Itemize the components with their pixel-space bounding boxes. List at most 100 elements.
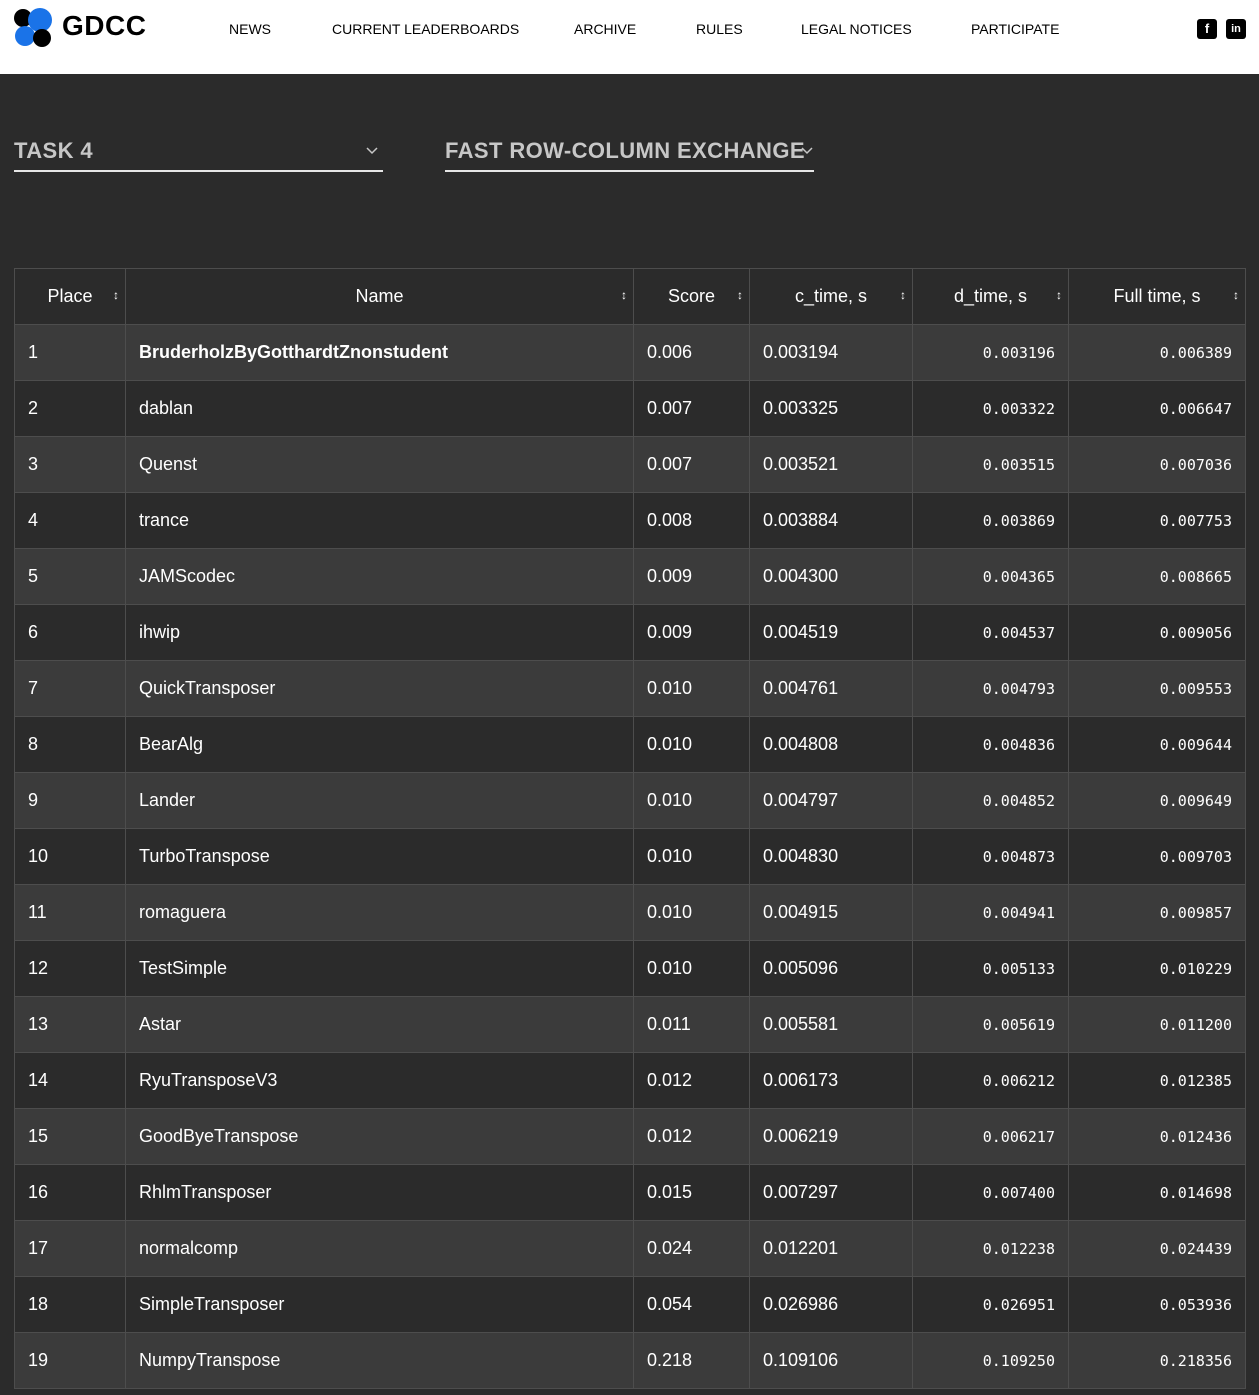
d-time-cell: 0.004941: [912, 884, 1069, 941]
task-select-value: TASK 4: [14, 138, 94, 163]
nav-current-leaderboards[interactable]: CURRENT LEADERBOARDS: [332, 21, 519, 37]
column-header-d-time[interactable]: d_time, s ↕: [912, 268, 1069, 325]
column-header-label: Name: [355, 286, 404, 306]
column-header-name[interactable]: Name ↕: [125, 268, 634, 325]
score-cell: 0.012: [633, 1052, 750, 1109]
column-header-full-time[interactable]: Full time, s ↕: [1068, 268, 1246, 325]
full-time-cell: 0.218356: [1068, 1332, 1246, 1389]
c-time-cell: 0.004830: [749, 828, 913, 885]
d-time-cell: 0.004836: [912, 716, 1069, 773]
d-time-cell: 0.109250: [912, 1332, 1069, 1389]
nav-rules[interactable]: RULES: [696, 21, 743, 37]
nav-participate[interactable]: PARTICIPATE: [971, 21, 1059, 37]
c-time-cell: 0.003194: [749, 324, 913, 381]
full-time-cell: 0.008665: [1068, 548, 1246, 605]
chevron-down-icon: [801, 147, 813, 155]
place-cell: 11: [14, 884, 126, 941]
d-time-cell: 0.003322: [912, 380, 1069, 437]
table-row: 17 normalcomp 0.024 0.012201 0.012238 0.02443…: [14, 1220, 1246, 1277]
place-cell: 10: [14, 828, 126, 885]
sort-icon: ↕: [621, 288, 627, 302]
column-header-place[interactable]: Place ↕: [14, 268, 126, 325]
table-row: 4 trance 0.008 0.003884 0.003869 0.007753: [14, 492, 1246, 549]
score-cell: 0.010: [633, 940, 750, 997]
c-time-cell: 0.004300: [749, 548, 913, 605]
name-cell: dablan: [125, 380, 634, 437]
table-row: 9 Lander 0.010 0.004797 0.004852 0.009649: [14, 772, 1246, 829]
full-time-cell: 0.012385: [1068, 1052, 1246, 1109]
c-time-cell: 0.012201: [749, 1220, 913, 1277]
place-cell: 15: [14, 1108, 126, 1165]
c-time-cell: 0.006173: [749, 1052, 913, 1109]
name-cell: Astar: [125, 996, 634, 1053]
score-cell: 0.054: [633, 1276, 750, 1333]
brand-name[interactable]: GDCC: [62, 10, 146, 42]
nav-news[interactable]: NEWS: [229, 21, 271, 37]
place-cell: 14: [14, 1052, 126, 1109]
nav-archive[interactable]: ARCHIVE: [574, 21, 636, 37]
name-cell: TestSimple: [125, 940, 634, 997]
challenge-select[interactable]: FAST ROW-COLUMN EXCHANGE: [445, 130, 814, 172]
sort-icon: ↕: [1233, 288, 1239, 302]
d-time-cell: 0.004365: [912, 548, 1069, 605]
name-cell: JAMScodec: [125, 548, 634, 605]
nav-legal-notices[interactable]: LEGAL NOTICES: [801, 21, 912, 37]
d-time-cell: 0.003196: [912, 324, 1069, 381]
full-time-cell: 0.009857: [1068, 884, 1246, 941]
place-cell: 16: [14, 1164, 126, 1221]
name-cell: NumpyTranspose: [125, 1332, 634, 1389]
c-time-cell: 0.004519: [749, 604, 913, 661]
table-row: 2 dablan 0.007 0.003325 0.003322 0.006647: [14, 380, 1246, 437]
place-cell: 12: [14, 940, 126, 997]
d-time-cell: 0.007400: [912, 1164, 1069, 1221]
full-time-cell: 0.006647: [1068, 380, 1246, 437]
name-cell: TurboTranspose: [125, 828, 634, 885]
name-cell: BruderholzByGotthardtZnonstudent: [125, 324, 634, 381]
full-time-cell: 0.006389: [1068, 324, 1246, 381]
name-cell: romaguera: [125, 884, 634, 941]
score-cell: 0.010: [633, 828, 750, 885]
place-cell: 17: [14, 1220, 126, 1277]
table-row: 14 RyuTransposeV3 0.012 0.006173 0.006212 0.0…: [14, 1052, 1246, 1109]
table-row: 12 TestSimple 0.010 0.005096 0.005133 0.01022…: [14, 940, 1246, 997]
full-time-cell: 0.009649: [1068, 772, 1246, 829]
task-select[interactable]: TASK 4: [14, 130, 383, 172]
linkedin-icon[interactable]: in: [1226, 19, 1246, 39]
sort-icon: ↕: [737, 288, 743, 302]
name-cell: GoodByeTranspose: [125, 1108, 634, 1165]
column-header-label: c_time, s: [794, 286, 868, 306]
name-cell: BearAlg: [125, 716, 634, 773]
facebook-icon[interactable]: f: [1197, 19, 1217, 39]
name-cell: RyuTransposeV3: [125, 1052, 634, 1109]
challenge-select-value: FAST ROW-COLUMN EXCHANGE: [445, 138, 805, 163]
score-cell: 0.007: [633, 436, 750, 493]
c-time-cell: 0.007297: [749, 1164, 913, 1221]
name-cell: trance: [125, 492, 634, 549]
place-cell: 3: [14, 436, 126, 493]
c-time-cell: 0.026986: [749, 1276, 913, 1333]
full-time-cell: 0.007036: [1068, 436, 1246, 493]
d-time-cell: 0.006212: [912, 1052, 1069, 1109]
c-time-cell: 0.004915: [749, 884, 913, 941]
full-time-cell: 0.012436: [1068, 1108, 1246, 1165]
c-time-cell: 0.003325: [749, 380, 913, 437]
full-time-cell: 0.009553: [1068, 660, 1246, 717]
score-cell: 0.006: [633, 324, 750, 381]
leaderboard-body: 1 BruderholzByGotthardtZnonstudent 0.006 0.…: [14, 324, 1246, 1389]
name-cell: Quenst: [125, 436, 634, 493]
table-row: 15 GoodByeTranspose 0.012 0.006219 0.006217 0…: [14, 1108, 1246, 1165]
column-header-c-time[interactable]: c_time, s ↕: [749, 268, 913, 325]
d-time-cell: 0.003515: [912, 436, 1069, 493]
table-row: 13 Astar 0.011 0.005581 0.005619 0.011200: [14, 996, 1246, 1053]
gdcc-logo-icon[interactable]: [14, 8, 54, 48]
top-navigation-bar: GDCC NEWS CURRENT LEADERBOARDS ARCHIVE R…: [0, 0, 1259, 74]
full-time-cell: 0.014698: [1068, 1164, 1246, 1221]
place-cell: 6: [14, 604, 126, 661]
place-cell: 5: [14, 548, 126, 605]
c-time-cell: 0.005581: [749, 996, 913, 1053]
chevron-down-icon: [366, 147, 378, 155]
c-time-cell: 0.006219: [749, 1108, 913, 1165]
column-header-score[interactable]: Score ↕: [633, 268, 750, 325]
c-time-cell: 0.003884: [749, 492, 913, 549]
table-row: 16 RhlmTransposer 0.015 0.007297 0.007400 0.0…: [14, 1164, 1246, 1221]
